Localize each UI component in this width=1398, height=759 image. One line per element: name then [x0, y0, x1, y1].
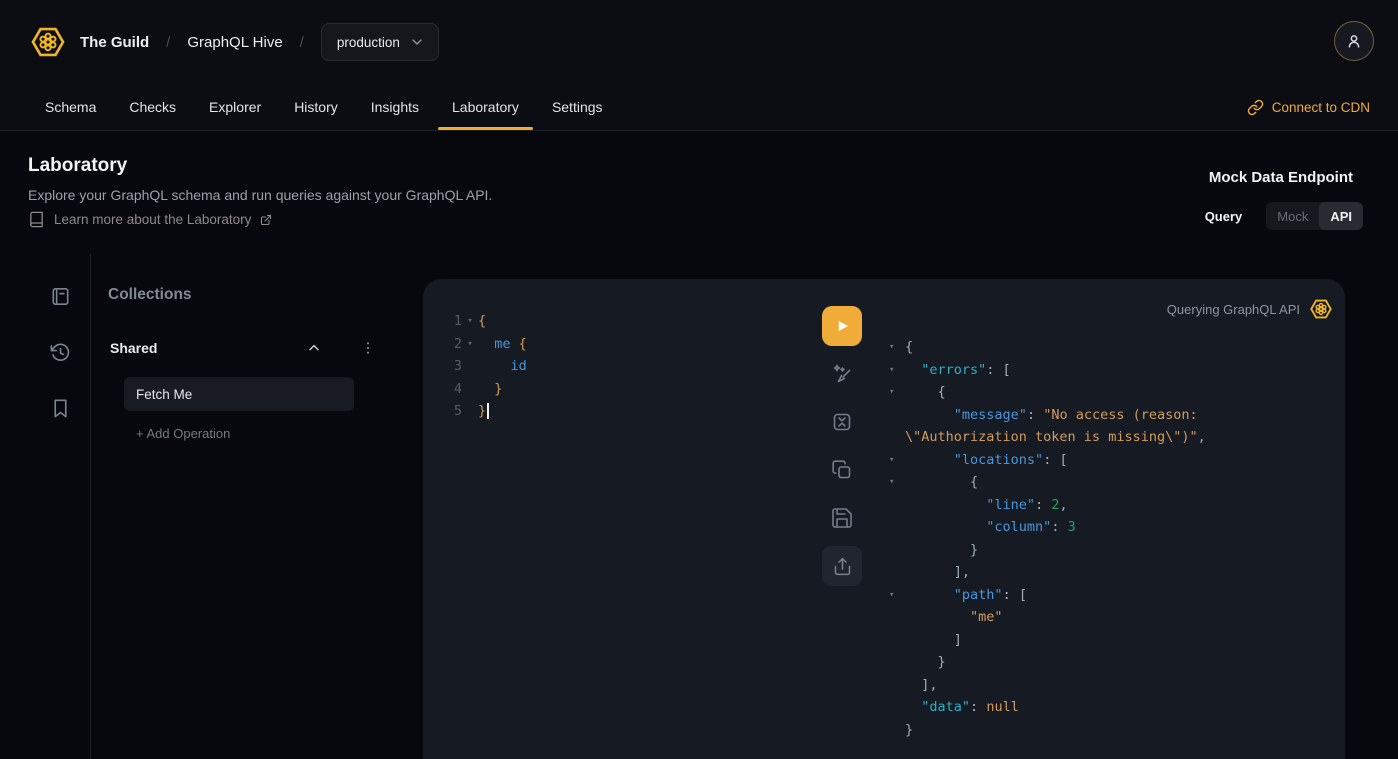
- response-viewer: ▾{▾ "errors": [▾ { "message": "No access…: [889, 336, 1206, 741]
- tab-insights[interactable]: Insights: [357, 84, 433, 130]
- breadcrumb-separator: /: [166, 34, 170, 51]
- collection-group-shared[interactable]: Shared: [110, 338, 378, 358]
- tab-laboratory[interactable]: Laboratory: [438, 84, 533, 130]
- app-header: The Guild / GraphQL Hive / production Sc…: [0, 0, 1398, 131]
- learn-more-link[interactable]: Learn more about the Laboratory: [28, 211, 272, 228]
- graphiql-workbench: 1▾{2▾ me {3 id4 }5} Querying GraphQL API: [423, 279, 1345, 759]
- breadcrumb-project[interactable]: GraphQL Hive: [187, 34, 282, 51]
- endpoint-toggle: MockAPI: [1266, 202, 1363, 230]
- docs-icon: [49, 285, 72, 308]
- group-menu-button[interactable]: [358, 338, 378, 358]
- copy-query-button[interactable]: [830, 458, 854, 482]
- collections-title: Collections: [108, 286, 192, 304]
- history-panel-button[interactable]: [47, 339, 73, 365]
- save-icon: [830, 506, 854, 530]
- prettify-button[interactable]: [830, 362, 854, 386]
- tab-settings[interactable]: Settings: [538, 84, 617, 130]
- mock-data-endpoint: Mock Data Endpoint Query MockAPI: [1205, 169, 1363, 230]
- collapse-group-button[interactable]: [304, 338, 324, 358]
- page-subtitle: Explore your GraphQL schema and run quer…: [28, 187, 492, 203]
- tab-history[interactable]: History: [280, 84, 352, 130]
- learn-more-label: Learn more about the Laboratory: [54, 212, 251, 227]
- merge-icon: [830, 410, 854, 434]
- primary-tabs: SchemaChecksExplorerHistoryInsightsLabor…: [31, 84, 617, 130]
- endpoint-title: Mock Data Endpoint: [1209, 169, 1353, 186]
- target-selector[interactable]: production: [321, 23, 439, 61]
- merge-fragments-button[interactable]: [830, 410, 854, 434]
- tab-checks[interactable]: Checks: [115, 84, 190, 130]
- response-endpoint-label: Querying GraphQL API: [1167, 302, 1300, 317]
- breadcrumb: The Guild / GraphQL Hive / production: [28, 0, 439, 84]
- chevron-up-icon: [306, 340, 322, 356]
- page-title: Laboratory: [28, 155, 127, 177]
- add-operation-button[interactable]: + Add Operation: [136, 426, 230, 441]
- connect-to-cdn-label: Connect to CDN: [1272, 100, 1370, 115]
- connect-to-cdn-link[interactable]: Connect to CDN: [1247, 84, 1370, 130]
- share-operation-button[interactable]: [822, 546, 862, 586]
- kebab-menu-icon: [360, 340, 376, 356]
- share-upload-icon: [832, 556, 853, 577]
- sidebar-divider: [90, 254, 91, 759]
- breadcrumb-separator: /: [300, 34, 304, 51]
- chevron-down-icon: [409, 34, 425, 50]
- endpoint-option-mock[interactable]: Mock: [1266, 202, 1319, 230]
- person-icon: [1344, 31, 1364, 51]
- hive-logo-icon: [1308, 296, 1334, 322]
- play-icon: [831, 315, 853, 337]
- primary-nav: SchemaChecksExplorerHistoryInsightsLabor…: [31, 84, 1370, 130]
- query-editor[interactable]: 1▾{2▾ me {3 id4 }5}: [453, 310, 527, 423]
- endpoint-query-label: Query: [1205, 209, 1243, 224]
- endpoint-option-api[interactable]: API: [1319, 202, 1363, 230]
- history-icon: [49, 341, 72, 364]
- collection-group-label: Shared: [110, 340, 304, 356]
- user-avatar[interactable]: [1334, 21, 1374, 61]
- bookmarks-panel-button[interactable]: [47, 395, 73, 421]
- book-icon: [28, 211, 45, 228]
- collection-operation[interactable]: Fetch Me: [124, 377, 354, 411]
- app-window: The Guild / GraphQL Hive / production Sc…: [0, 0, 1398, 759]
- external-link-icon: [260, 214, 272, 226]
- tab-schema[interactable]: Schema: [31, 84, 110, 130]
- text-cursor: [487, 403, 489, 419]
- save-operation-button[interactable]: [830, 506, 854, 530]
- breadcrumb-org[interactable]: The Guild: [80, 34, 149, 51]
- link-icon: [1247, 99, 1264, 116]
- bookmark-icon: [49, 397, 72, 420]
- endpoint-toggle-row: Query MockAPI: [1205, 202, 1363, 230]
- hive-logo-icon[interactable]: [28, 22, 68, 62]
- response-header: Querying GraphQL API: [1167, 296, 1334, 322]
- run-query-button[interactable]: [822, 306, 862, 346]
- copy-icon: [830, 458, 854, 482]
- docs-panel-button[interactable]: [47, 283, 73, 309]
- target-selector-value: production: [337, 35, 400, 50]
- tab-explorer[interactable]: Explorer: [195, 84, 275, 130]
- prettify-sparkle-icon: [830, 362, 854, 386]
